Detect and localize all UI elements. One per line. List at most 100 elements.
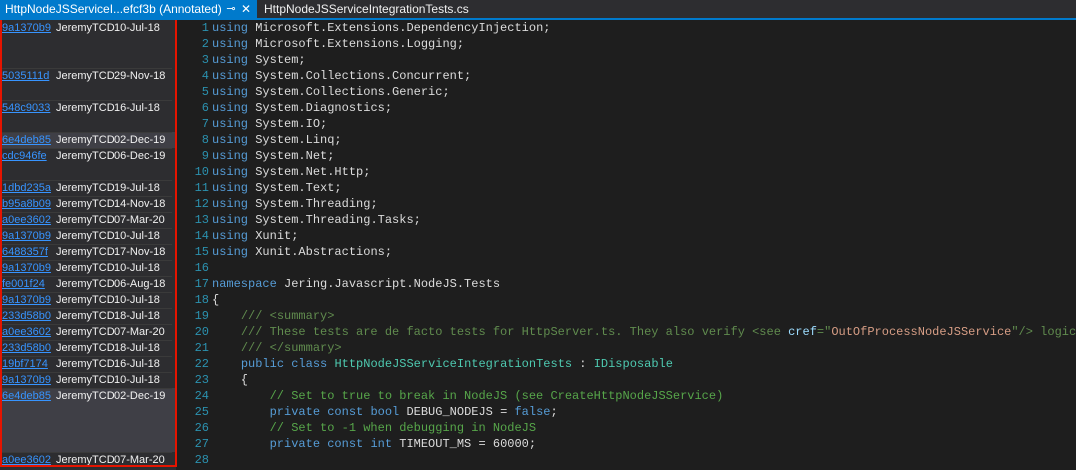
commit-hash-link[interactable]: cdc946fe bbox=[2, 148, 47, 164]
line-number: 8 bbox=[201, 133, 209, 147]
code-token: { bbox=[212, 373, 249, 387]
line-number: 17 bbox=[194, 277, 209, 291]
line-number: 16 bbox=[194, 261, 209, 275]
commit-author: JeremyTCD bbox=[56, 214, 115, 226]
commit-hash-link[interactable]: 9a1370b9 bbox=[2, 372, 51, 388]
annotation-row: 1dbd235a JeremyTCD 19-Jul-18 bbox=[0, 180, 176, 196]
code-line: 21 /// </summary> bbox=[176, 340, 1076, 356]
commit-date: 10-Jul-18 bbox=[114, 230, 160, 242]
commit-hash-link[interactable]: 5035111d bbox=[2, 68, 49, 84]
commit-date: 10-Jul-18 bbox=[114, 262, 160, 274]
code-token: System; bbox=[255, 53, 306, 67]
code-line: 5 using System.Collections.Generic; bbox=[176, 84, 1076, 100]
commit-hash-link[interactable]: 6488357f bbox=[2, 244, 48, 260]
line-number: 6 bbox=[201, 101, 209, 115]
code-text: public class HttpNodeJSServiceIntegratio… bbox=[212, 356, 673, 372]
code-text: using System.Collections.Generic; bbox=[212, 84, 450, 100]
commit-date: 10-Jul-18 bbox=[114, 294, 160, 306]
code-token: public bbox=[240, 357, 292, 371]
commit-hash-link[interactable]: 9a1370b9 bbox=[2, 20, 51, 36]
code-text: /// </summary> bbox=[212, 340, 342, 356]
commit-date: 16-Jul-18 bbox=[114, 358, 160, 370]
code-token: using bbox=[212, 213, 256, 227]
commit-hash-link[interactable]: 19bf7174 bbox=[2, 356, 48, 372]
code-token: DEBUG_NODEJS = bbox=[406, 405, 515, 419]
pin-icon[interactable]: ⊸ bbox=[225, 0, 237, 18]
code-token: Xunit; bbox=[255, 229, 299, 243]
commit-author: JeremyTCD bbox=[56, 150, 115, 162]
code-token: // Set to true to break in NodeJS (see C… bbox=[269, 389, 724, 403]
code-token: System.IO; bbox=[255, 117, 328, 131]
line-number: 14 bbox=[194, 229, 209, 243]
code-line: 9 using System.Net; bbox=[176, 148, 1076, 164]
code-text: namespace Jering.Javascript.NodeJS.Tests bbox=[212, 276, 500, 292]
code-text: using Microsoft.Extensions.Logging; bbox=[212, 36, 464, 52]
code-token: using bbox=[212, 101, 256, 115]
annotation-row: 9a1370b9 JeremyTCD 10-Jul-18 bbox=[0, 260, 176, 276]
commit-hash-link[interactable]: 548c9033 bbox=[2, 100, 50, 116]
commit-hash-link[interactable]: 9a1370b9 bbox=[2, 260, 51, 276]
commit-hash-link[interactable]: a0ee3602 bbox=[2, 324, 51, 340]
code-token: Jering.Javascript.NodeJS.Tests bbox=[284, 277, 501, 291]
line-number: 2 bbox=[201, 37, 209, 51]
commit-hash-link[interactable]: a0ee3602 bbox=[2, 212, 51, 228]
line-number: 18 bbox=[194, 293, 209, 307]
commit-date: 29-Nov-18 bbox=[114, 70, 166, 82]
line-number: 4 bbox=[201, 69, 209, 83]
code-token: System.Threading.Tasks; bbox=[255, 213, 421, 227]
code-editor[interactable]: 1 using Microsoft.Extensions.DependencyIn… bbox=[176, 20, 1076, 470]
commit-hash-link[interactable]: 6e4deb85 bbox=[2, 388, 51, 404]
code-token: System.Collections.Concurrent; bbox=[255, 69, 472, 83]
code-line: 18{ bbox=[176, 292, 1076, 308]
commit-hash-link[interactable]: 1dbd235a bbox=[2, 180, 51, 196]
code-text: using Xunit.Abstractions; bbox=[212, 244, 392, 260]
tab-integration-tests[interactable]: HttpNodeJSServiceIntegrationTests.cs bbox=[258, 0, 469, 18]
code-text: using System.Net; bbox=[212, 148, 334, 164]
tab-bar: HttpNodeJSServiceI...efcf3b (Annotated) … bbox=[0, 0, 1076, 20]
code-token: bool bbox=[370, 405, 407, 419]
commit-author: JeremyTCD bbox=[56, 454, 115, 466]
code-token: System.Linq; bbox=[255, 133, 342, 147]
commit-hash-link[interactable]: 233d58b0 bbox=[2, 340, 51, 356]
commit-hash-link[interactable]: 233d58b0 bbox=[2, 308, 51, 324]
code-text: using Xunit; bbox=[212, 228, 298, 244]
code-token: private bbox=[269, 437, 328, 451]
code-line: 22 public class HttpNodeJSServiceIntegra… bbox=[176, 356, 1076, 372]
close-icon[interactable]: ✕ bbox=[240, 0, 252, 18]
commit-hash-link[interactable]: b95a8b09 bbox=[2, 196, 51, 212]
code-line: 28 bbox=[176, 452, 1076, 468]
commit-author: JeremyTCD bbox=[56, 102, 115, 114]
commit-author: JeremyTCD bbox=[56, 390, 115, 402]
code-text: using System.Net.Http; bbox=[212, 164, 370, 180]
code-line: 13 using System.Threading.Tasks; bbox=[176, 212, 1076, 228]
code-token: IDisposable bbox=[593, 357, 673, 371]
code-token: : bbox=[572, 357, 594, 371]
code-line: 2 using Microsoft.Extensions.Logging; bbox=[176, 36, 1076, 52]
commit-hash-link[interactable]: 9a1370b9 bbox=[2, 228, 51, 244]
commit-hash-link[interactable]: 6e4deb85 bbox=[2, 132, 51, 148]
code-token: /// These tests are de facto tests for H… bbox=[240, 325, 789, 339]
code-token: "/> logic. bbox=[1011, 325, 1076, 339]
commit-author: JeremyTCD bbox=[56, 134, 115, 146]
code-token: namespace bbox=[212, 277, 285, 291]
commit-hash-link[interactable]: fe001f24 bbox=[2, 276, 45, 292]
code-token: const bbox=[327, 437, 371, 451]
tab-annotated-file[interactable]: HttpNodeJSServiceI...efcf3b (Annotated) … bbox=[0, 0, 257, 18]
line-number: 1 bbox=[201, 21, 209, 35]
commit-date: 16-Jul-18 bbox=[114, 102, 160, 114]
commit-date: 18-Jul-18 bbox=[114, 342, 160, 354]
commit-date: 17-Nov-18 bbox=[114, 246, 166, 258]
code-token: System.Threading; bbox=[255, 197, 378, 211]
commit-date: 14-Nov-18 bbox=[114, 198, 166, 210]
code-text: using System.Linq; bbox=[212, 132, 342, 148]
code-text: // Set to true to break in NodeJS (see C… bbox=[212, 388, 724, 404]
line-number: 26 bbox=[194, 421, 209, 435]
code-token: using bbox=[212, 133, 256, 147]
commit-hash-link[interactable]: 9a1370b9 bbox=[2, 292, 51, 308]
commit-hash-link[interactable]: a0ee3602 bbox=[2, 452, 51, 468]
code-line: 27 private const int TIMEOUT_MS = 60000; bbox=[176, 436, 1076, 452]
code-text: using System.Threading; bbox=[212, 196, 378, 212]
line-number: 19 bbox=[194, 309, 209, 323]
